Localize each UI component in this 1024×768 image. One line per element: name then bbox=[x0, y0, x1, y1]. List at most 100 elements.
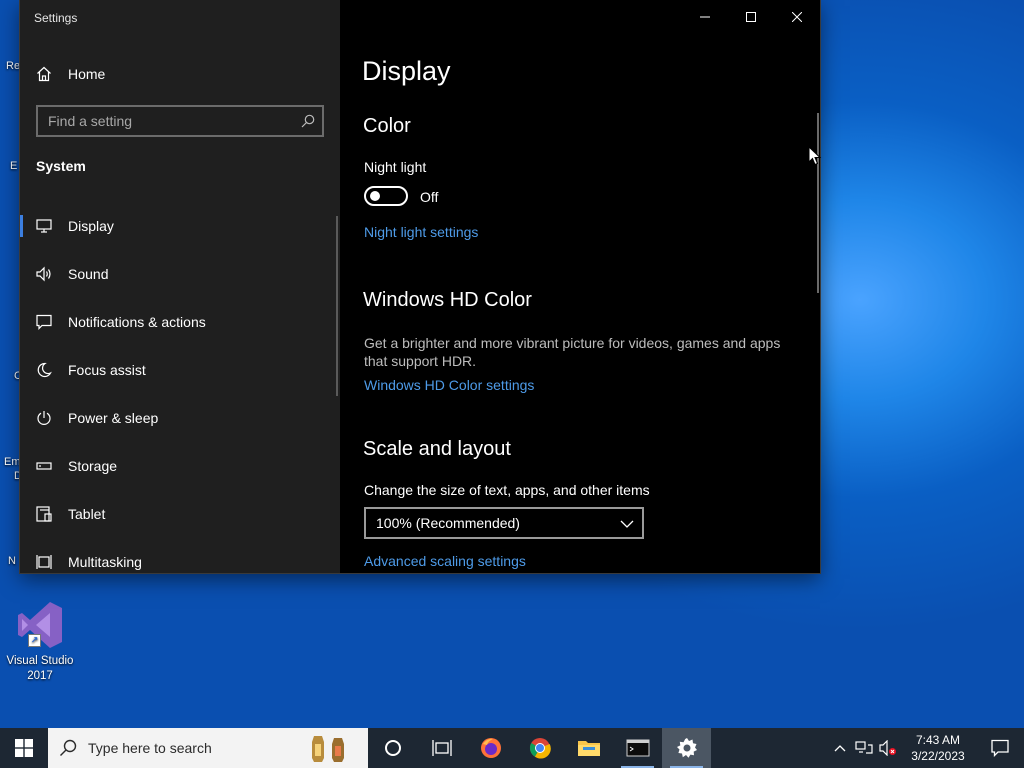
task-view-button[interactable] bbox=[417, 728, 466, 768]
hd-color-heading: Windows HD Color bbox=[363, 289, 532, 311]
show-hidden-icons-button[interactable] bbox=[828, 728, 852, 768]
notifications-icon bbox=[991, 739, 1009, 757]
chrome-button[interactable] bbox=[515, 728, 564, 768]
monitor-icon bbox=[20, 219, 68, 233]
tablet-icon bbox=[20, 506, 68, 522]
nav-item-storage[interactable]: Storage bbox=[20, 442, 340, 490]
lanterns-decoration-icon bbox=[306, 732, 354, 764]
search-icon bbox=[48, 739, 88, 757]
nav-item-label: Multitasking bbox=[68, 554, 142, 570]
desktop-icon-fragment[interactable]: E bbox=[10, 160, 17, 172]
settings-window: Settings Home System Dis bbox=[20, 0, 820, 573]
taskbar-search-placeholder: Type here to search bbox=[88, 740, 212, 756]
maximize-button[interactable] bbox=[728, 0, 774, 34]
nav-item-notifications[interactable]: Notifications & actions bbox=[20, 298, 340, 346]
taskbar-search-box[interactable]: Type here to search bbox=[48, 728, 368, 768]
close-icon bbox=[792, 12, 802, 22]
moon-icon bbox=[20, 362, 68, 378]
start-button[interactable] bbox=[0, 728, 48, 768]
scale-label: Change the size of text, apps, and other… bbox=[364, 482, 650, 498]
nav-item-label: Tablet bbox=[68, 506, 106, 522]
nav-item-power-sleep[interactable]: Power & sleep bbox=[20, 394, 340, 442]
color-heading: Color bbox=[363, 115, 411, 137]
storage-icon bbox=[20, 461, 68, 471]
window-controls bbox=[682, 0, 820, 34]
settings-nav-pane: Settings Home System Dis bbox=[20, 0, 340, 573]
toggle-knob bbox=[370, 191, 380, 201]
nav-item-label: Sound bbox=[68, 266, 109, 282]
scale-dropdown[interactable]: 100% (Recommended) bbox=[364, 507, 644, 539]
nav-item-focus-assist[interactable]: Focus assist bbox=[20, 346, 340, 394]
minimize-button[interactable] bbox=[682, 0, 728, 34]
chevron-up-icon bbox=[834, 745, 846, 752]
desktop-icon-visual-studio[interactable]: ↗ Visual Studio 2017 bbox=[2, 600, 78, 684]
nav-scrollbar[interactable] bbox=[336, 216, 338, 396]
nav-item-label: Storage bbox=[68, 458, 118, 474]
volume-button[interactable] bbox=[876, 728, 900, 768]
speaker-icon bbox=[20, 266, 68, 282]
message-icon bbox=[20, 314, 68, 330]
file-explorer-button[interactable] bbox=[564, 728, 613, 768]
nav-item-tablet[interactable]: Tablet bbox=[20, 490, 340, 538]
settings-search-box[interactable] bbox=[36, 105, 324, 137]
night-light-settings-link[interactable]: Night light settings bbox=[364, 224, 478, 240]
system-tray: 7:43 AM 3/22/2023 bbox=[828, 728, 1024, 768]
power-icon bbox=[20, 410, 68, 426]
advanced-scaling-link[interactable]: Advanced scaling settings bbox=[364, 553, 526, 569]
action-center-button[interactable] bbox=[976, 728, 1024, 768]
shortcut-arrow-icon: ↗ bbox=[28, 634, 41, 647]
minimize-icon bbox=[700, 16, 710, 18]
firefox-button[interactable] bbox=[466, 728, 515, 768]
clock-date: 3/22/2023 bbox=[911, 749, 965, 763]
visual-studio-icon: ↗ bbox=[16, 600, 64, 650]
multitasking-icon bbox=[20, 554, 68, 570]
desktop-icon-fragment[interactable]: Em bbox=[4, 456, 21, 468]
taskbar-clock[interactable]: 7:43 AM 3/22/2023 bbox=[900, 732, 976, 764]
file-explorer-icon bbox=[577, 741, 600, 756]
close-button[interactable] bbox=[774, 0, 820, 34]
cortana-button[interactable] bbox=[368, 728, 417, 768]
chevron-down-icon bbox=[620, 515, 634, 531]
night-light-label: Night light bbox=[364, 159, 427, 175]
nav-item-label: Focus assist bbox=[68, 362, 146, 378]
desktop-icon-label: Visual Studio bbox=[6, 655, 74, 667]
taskbar: Type here to search 7:43 AM 3/22/2023 bbox=[0, 728, 1024, 768]
desktop-icon-label: 2017 bbox=[27, 670, 53, 682]
clock-time: 7:43 AM bbox=[915, 733, 961, 747]
desktop-icon-fragment[interactable]: N bbox=[8, 555, 16, 567]
hd-color-settings-link[interactable]: Windows HD Color settings bbox=[364, 377, 534, 393]
settings-gear-icon bbox=[676, 738, 697, 758]
night-light-toggle[interactable] bbox=[364, 186, 408, 206]
page-title: Display bbox=[362, 56, 451, 86]
maximize-icon bbox=[746, 12, 756, 22]
nav-item-display[interactable]: Display bbox=[20, 202, 340, 250]
window-title: Settings bbox=[34, 11, 78, 25]
nav-item-multitasking[interactable]: Multitasking bbox=[20, 538, 340, 573]
network-icon bbox=[855, 741, 873, 754]
cortana-circle-icon bbox=[384, 740, 401, 756]
scale-layout-heading: Scale and layout bbox=[363, 438, 511, 460]
content-scrollbar[interactable] bbox=[817, 113, 819, 293]
mouse-cursor-icon bbox=[808, 145, 822, 166]
desktop-icon-fragment[interactable]: Re bbox=[6, 60, 20, 72]
network-button[interactable] bbox=[852, 728, 876, 768]
terminal-icon bbox=[626, 739, 649, 757]
nav-home[interactable]: Home bbox=[20, 56, 340, 92]
chrome-icon bbox=[529, 738, 551, 759]
windows-logo-icon bbox=[15, 739, 33, 757]
search-icon[interactable] bbox=[294, 114, 322, 128]
firefox-icon bbox=[480, 738, 501, 758]
nav-item-sound[interactable]: Sound bbox=[20, 250, 340, 298]
volume-muted-icon bbox=[879, 740, 896, 756]
nav-home-label: Home bbox=[68, 66, 106, 82]
home-icon bbox=[20, 66, 68, 82]
terminal-button[interactable] bbox=[613, 728, 662, 768]
settings-content-pane: Display Color Night light Off Night ligh… bbox=[340, 0, 820, 573]
nav-item-label: Notifications & actions bbox=[68, 314, 206, 330]
nav-section-title: System bbox=[36, 158, 86, 174]
settings-search-input[interactable] bbox=[48, 113, 294, 129]
nav-list: Display Sound Notifications & actions Fo… bbox=[20, 202, 340, 573]
settings-app-button[interactable] bbox=[662, 728, 711, 768]
nav-item-label: Power & sleep bbox=[68, 410, 159, 426]
task-view-icon bbox=[431, 740, 452, 756]
